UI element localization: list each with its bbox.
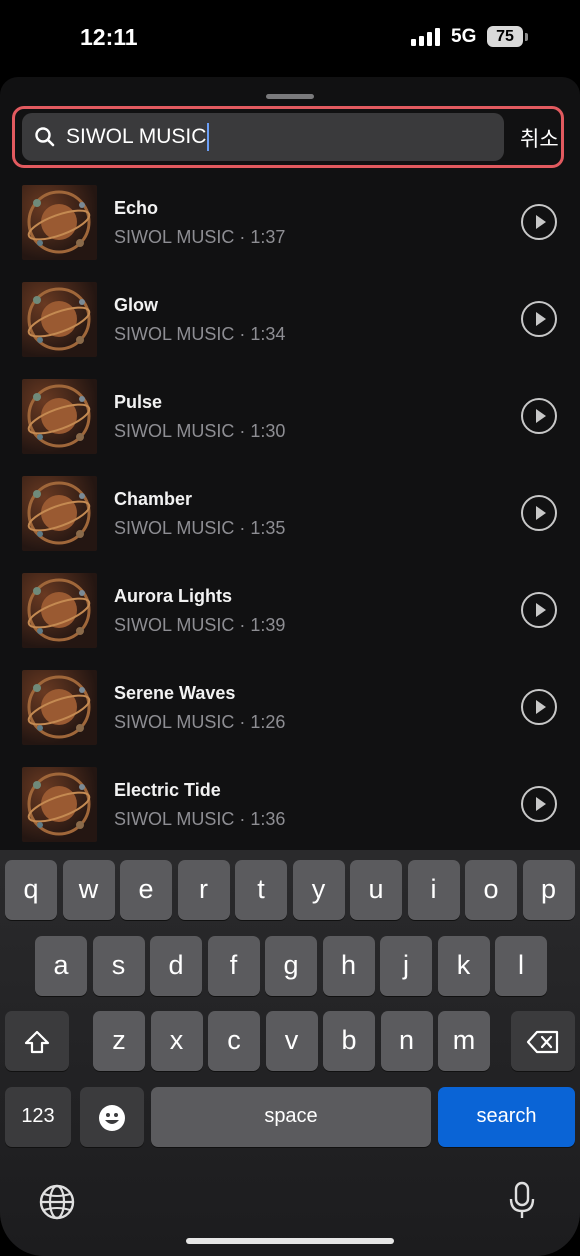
track-subtitle: SIWOL MUSIC · 1:35	[114, 518, 286, 538]
album-art	[22, 379, 97, 454]
shift-key[interactable]	[5, 1011, 69, 1071]
search-input[interactable]: SIWOL MUSIC	[66, 113, 210, 161]
globe-icon[interactable]	[38, 1183, 76, 1221]
key-w[interactable]: w	[62, 860, 115, 920]
key-o[interactable]: o	[465, 860, 517, 920]
key-v[interactable]: v	[265, 1011, 318, 1071]
track-subtitle: SIWOL MUSIC · 1:39	[114, 615, 286, 635]
track-title: Electric Tide	[114, 780, 221, 800]
emoji-key[interactable]	[80, 1087, 144, 1147]
play-icon[interactable]	[521, 689, 557, 725]
sheet-grabber[interactable]	[266, 94, 314, 99]
battery-icon: 75	[487, 26, 523, 47]
cancel-button[interactable]: 취소	[520, 123, 559, 153]
status-time: 12:11	[80, 24, 138, 50]
phone-screen: 12:11 5G 75 SIWOL MUSIC 취소 Echo SIWOL MUS…	[0, 0, 580, 1256]
track-title: Glow	[114, 295, 158, 315]
key-b[interactable]: b	[323, 1011, 375, 1071]
key-p[interactable]: p	[522, 860, 575, 920]
album-art	[22, 282, 97, 357]
microphone-icon[interactable]	[507, 1181, 537, 1221]
space-key[interactable]: space	[151, 1087, 431, 1147]
key-y[interactable]: y	[292, 860, 345, 920]
track-row[interactable]: Electric Tide SIWOL MUSIC · 1:36	[0, 762, 580, 859]
track-row[interactable]: Pulse SIWOL MUSIC · 1:30	[0, 374, 580, 471]
backspace-icon	[526, 1030, 559, 1053]
album-art	[22, 185, 97, 260]
network-type: 5G	[451, 26, 477, 47]
key-s[interactable]: s	[92, 936, 145, 996]
album-art	[22, 767, 97, 842]
track-row[interactable]: Serene Waves SIWOL MUSIC · 1:26	[0, 665, 580, 762]
play-icon[interactable]	[521, 786, 557, 822]
play-icon[interactable]	[521, 495, 557, 531]
emoji-icon	[99, 1104, 125, 1131]
key-k[interactable]: k	[437, 936, 490, 996]
track-title: Echo	[114, 198, 159, 218]
track-row[interactable]: Chamber SIWOL MUSIC · 1:35	[0, 471, 580, 568]
key-n[interactable]: n	[380, 1011, 433, 1071]
search-icon	[35, 127, 55, 147]
key-j[interactable]: j	[380, 936, 432, 996]
track-row[interactable]: Glow SIWOL MUSIC · 1:34	[0, 277, 580, 374]
home-indicator[interactable]	[186, 1238, 394, 1244]
key-q[interactable]: q	[5, 860, 57, 920]
key-z[interactable]: z	[93, 1011, 145, 1071]
text-caret	[207, 123, 210, 152]
track-subtitle: SIWOL MUSIC · 1:36	[114, 809, 286, 829]
play-icon[interactable]	[521, 301, 557, 337]
key-f[interactable]: f	[207, 936, 260, 996]
key-a[interactable]: a	[35, 936, 87, 996]
key-c[interactable]: c	[208, 1011, 260, 1071]
track-subtitle: SIWOL MUSIC · 1:34	[114, 324, 286, 344]
search-field[interactable]: SIWOL MUSIC	[22, 113, 504, 161]
status-bar: 12:11 5G 75	[0, 0, 580, 76]
keyboard: 123 space search qwertyuiop asdfghjkl zxcv…	[0, 850, 580, 1256]
key-x[interactable]: x	[150, 1011, 203, 1071]
key-l[interactable]: l	[495, 936, 547, 996]
key-h[interactable]: h	[322, 936, 375, 996]
track-title: Chamber	[114, 489, 193, 509]
key-m[interactable]: m	[438, 1011, 490, 1071]
key-i[interactable]: i	[407, 860, 460, 920]
key-u[interactable]: u	[350, 860, 402, 920]
delete-key[interactable]	[511, 1011, 575, 1071]
play-icon[interactable]	[521, 592, 557, 628]
track-row[interactable]: Echo SIWOL MUSIC · 1:37	[0, 180, 580, 277]
play-icon[interactable]	[521, 398, 557, 434]
numbers-key[interactable]: 123	[5, 1087, 71, 1147]
battery-tip	[525, 33, 528, 41]
track-subtitle: SIWOL MUSIC · 1:26	[114, 712, 286, 732]
track-title: Serene Waves	[114, 683, 236, 703]
key-r[interactable]: r	[177, 860, 230, 920]
track-subtitle: SIWOL MUSIC · 1:37	[114, 227, 286, 247]
album-art	[22, 573, 97, 648]
key-t[interactable]: t	[235, 860, 287, 920]
key-d[interactable]: d	[150, 936, 202, 996]
track-title: Aurora Lights	[114, 586, 233, 606]
key-g[interactable]: g	[265, 936, 317, 996]
track-subtitle: SIWOL MUSIC · 1:30	[114, 421, 286, 441]
key-e[interactable]: e	[120, 860, 172, 920]
track-row[interactable]: Aurora Lights SIWOL MUSIC · 1:39	[0, 568, 580, 665]
album-art	[22, 476, 97, 551]
search-query: SIWOL MUSIC	[66, 125, 207, 148]
shift-icon	[24, 1030, 50, 1053]
cellular-signal-icon	[411, 28, 441, 46]
track-title: Pulse	[114, 392, 163, 412]
play-icon[interactable]	[521, 204, 557, 240]
search-key[interactable]: search	[438, 1087, 575, 1147]
album-art	[22, 670, 97, 745]
